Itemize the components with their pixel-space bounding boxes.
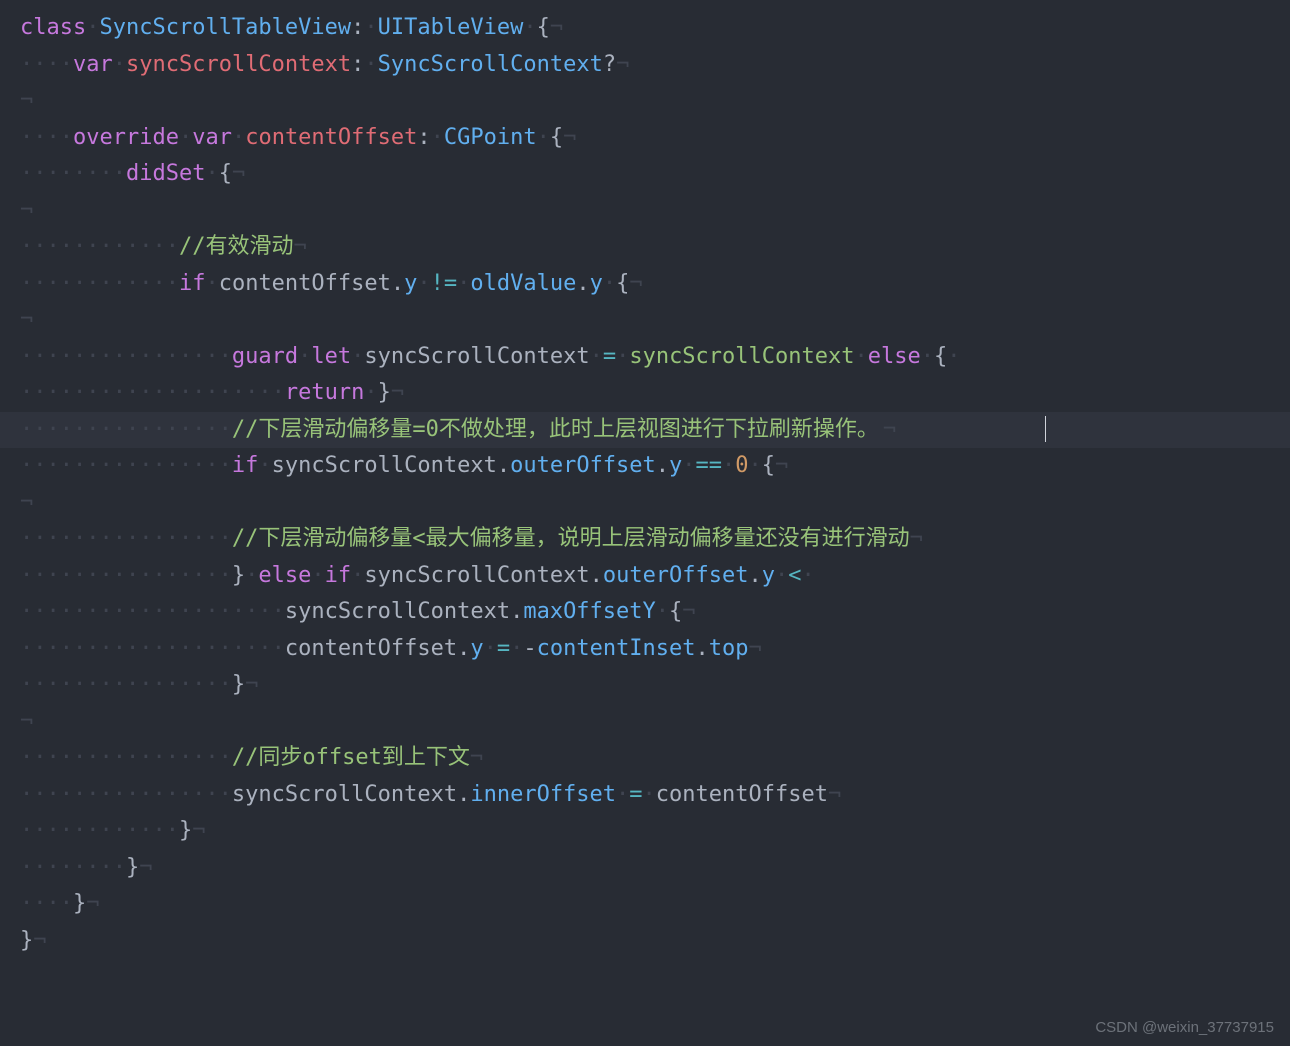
keyword-if: if [232,453,259,478]
operator-assign: = [497,636,510,661]
property: y [404,271,417,296]
code-editor[interactable]: class·SyncScrollTableView:·UITableView·{… [0,0,1290,1046]
code-line: ········didSet·{¬ [0,156,1290,193]
keyword-override: override [73,125,179,150]
code-line: ················//下层滑动偏移量<最大偏移量，说明上层滑动偏移… [0,521,1290,558]
code-line: ¬ [0,704,1290,741]
code-line: ················}·else·if·syncScrollCont… [0,558,1290,595]
keyword-var: var [192,125,232,150]
keyword-if: if [325,563,352,588]
code-line: ····················syncScrollContext.ma… [0,594,1290,631]
identifier: contentInset [537,636,696,661]
code-line: ········}¬ [0,850,1290,887]
identifier: syncScrollContext [364,563,589,588]
keyword-if: if [179,271,206,296]
keyword-let: let [311,344,351,369]
identifier: contentOffset [285,636,457,661]
comment: //同步offset到上下文 [232,745,470,770]
comment: //下层滑动偏移量=0不做处理，此时上层视图进行下拉刷新操作。 [232,417,879,442]
code-line: ····}¬ [0,886,1290,923]
text-caret [1045,416,1047,442]
keyword-else: else [868,344,921,369]
identifier: contentOffset [245,125,417,150]
keyword-class: class [20,15,86,40]
identifier: contentOffset [656,782,828,807]
code-line: class·SyncScrollTableView:·UITableView·{… [0,10,1290,47]
code-line: ············if·contentOffset.y·!=·oldVal… [0,266,1290,303]
code-line-current: ················//下层滑动偏移量=0不做处理，此时上层视图进行… [0,412,1290,449]
operator-assign: = [629,782,642,807]
property: maxOffsetY [523,599,655,624]
code-line: }¬ [0,923,1290,960]
code-line: ····override·var·contentOffset:·CGPoint·… [0,120,1290,157]
newline-marker: ¬ [550,15,563,40]
identifier: syncScrollContext [364,344,589,369]
code-line: ············}¬ [0,813,1290,850]
superclass-name: UITableView [378,15,524,40]
property: top [709,636,749,661]
identifier: contentOffset [219,271,391,296]
comment: //下层滑动偏移量<最大偏移量，说明上层滑动偏移量还没有进行滑动 [232,526,910,551]
code-line: ¬ [0,485,1290,522]
property: innerOffset [470,782,616,807]
comment: //有效滑动 [179,234,294,259]
identifier: oldValue [470,271,576,296]
keyword-else: else [258,563,311,588]
code-line: ················guard·let·syncScrollCont… [0,339,1290,376]
code-line: ¬ [0,193,1290,230]
code-line: ················//同步offset到上下文¬ [0,740,1290,777]
identifier: syncScrollContext [126,52,351,77]
operator-neq: != [431,271,458,296]
code-line: ····················contentOffset.y·=·-c… [0,631,1290,668]
identifier: syncScrollContext [232,782,457,807]
watermark: CSDN @weixin_37737915 [1095,1019,1274,1036]
keyword-didset: didSet [126,161,205,186]
identifier: syncScrollContext [629,344,854,369]
code-line: ················if·syncScrollContext.out… [0,448,1290,485]
property: y [590,271,603,296]
property: outerOffset [603,563,749,588]
code-line: ················syncScrollContext.innerO… [0,777,1290,814]
property: outerOffset [510,453,656,478]
operator-eq: == [696,453,723,478]
type-name: SyncScrollContext [378,52,603,77]
identifier: syncScrollContext [272,453,497,478]
property: y [470,636,483,661]
keyword-var: var [73,52,113,77]
type-name: SyncScrollTableView [99,15,351,40]
code-line: ················}¬ [0,667,1290,704]
keyword-return: return [285,380,364,405]
type-name: CGPoint [444,125,537,150]
code-line: ¬ [0,302,1290,339]
property: y [669,453,682,478]
code-line: ····var·syncScrollContext:·SyncScrollCon… [0,47,1290,84]
code-line: ············//有效滑动¬ [0,229,1290,266]
code-line: ····················return·}¬ [0,375,1290,412]
keyword-guard: guard [232,344,298,369]
property: y [762,563,775,588]
number-literal: 0 [735,453,748,478]
identifier: syncScrollContext [285,599,510,624]
code-line: ¬ [0,83,1290,120]
operator-assign: = [603,344,616,369]
operator-lt: < [788,563,801,588]
